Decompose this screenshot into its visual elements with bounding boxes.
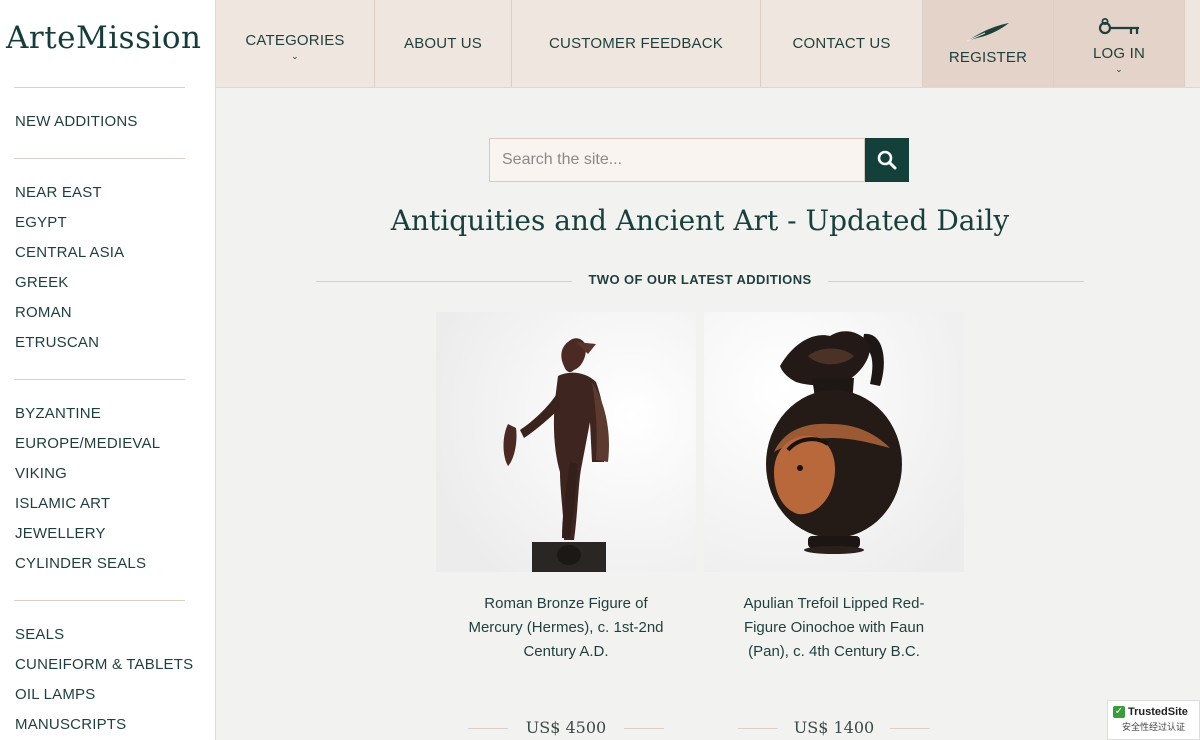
price-divider: [890, 728, 930, 729]
site-logo[interactable]: ArteMission: [6, 20, 202, 56]
price-divider: [624, 728, 664, 729]
sidebar-item-seals[interactable]: SEALS: [15, 626, 64, 643]
nav-register-label: REGISTER: [948, 49, 1028, 66]
sidebar-divider: [14, 379, 185, 380]
sidebar-item-greek[interactable]: GREEK: [15, 274, 69, 291]
trustedsite-badge[interactable]: ✓ TrustedSite 安全性经过认证: [1107, 700, 1200, 740]
sidebar-item-islamic-art[interactable]: ISLAMIC ART: [15, 495, 110, 512]
nav-about-label: ABOUT US: [403, 35, 482, 52]
sidebar-item-roman[interactable]: ROMAN: [15, 304, 72, 321]
nav-login-label: LOG IN: [1092, 44, 1146, 62]
sidebar-item-near-east[interactable]: NEAR EAST: [15, 184, 102, 201]
sidebar-item-oil-lamps[interactable]: OIL LAMPS: [15, 686, 95, 703]
nav-log-in[interactable]: LOG IN ⌄: [1054, 0, 1185, 87]
nav-feedback-label: CUSTOMER FEEDBACK: [549, 35, 723, 52]
quill-pen-icon: [966, 23, 1009, 42]
page-headline: Antiquities and Ancient Art - Updated Da…: [390, 204, 1010, 237]
sidebar-item-new-additions[interactable]: NEW ADDITIONS: [15, 113, 138, 130]
sidebar-item-central-asia[interactable]: CENTRAL ASIA: [15, 244, 124, 261]
section-divider-right: [828, 281, 1084, 282]
chevron-down-icon: ⌄: [1115, 63, 1123, 74]
product-title-mercury[interactable]: Roman Bronze Figure of Mercury (Hermes),…: [466, 592, 666, 664]
sidebar-item-egypt[interactable]: EGYPT: [15, 214, 67, 231]
product-title-oinochoe[interactable]: Apulian Trefoil Lipped Red-Figure Oinoch…: [734, 592, 934, 664]
section-label: TWO OF OUR LATEST ADDITIONS: [588, 272, 812, 287]
sidebar-item-cuneiform-tablets[interactable]: CUNEIFORM & TABLETS: [15, 656, 193, 673]
sidebar-item-jewellery[interactable]: JEWELLERY: [15, 525, 106, 542]
badge-subtitle: 安全性经过认证: [1122, 722, 1186, 732]
nav-contact-label: CONTACT US: [792, 35, 891, 52]
search-input[interactable]: [489, 138, 865, 182]
sidebar-divider: [14, 87, 185, 88]
sidebar-item-europe-medieval[interactable]: EUROPE/MEDIEVAL: [15, 435, 160, 452]
sidebar-divider: [14, 158, 185, 159]
nav-contact-us[interactable]: CONTACT US: [761, 0, 923, 87]
top-navigation: CATEGORIES ⌄ ABOUT US CUSTOMER FEEDBACK …: [216, 0, 1200, 88]
nav-about-us[interactable]: ABOUT US: [375, 0, 512, 87]
chevron-down-icon: ⌄: [291, 50, 299, 61]
product-price-mercury: US$ 4500: [525, 718, 607, 737]
sidebar-item-viking[interactable]: VIKING: [15, 465, 67, 482]
sidebar-divider: [14, 600, 185, 601]
nav-categories[interactable]: CATEGORIES ⌄: [216, 0, 375, 87]
sidebar-item-manuscripts[interactable]: MANUSCRIPTS: [15, 716, 126, 733]
nav-customer-feedback[interactable]: CUSTOMER FEEDBACK: [512, 0, 761, 87]
checkmark-icon: ✓: [1113, 706, 1125, 718]
nav-register[interactable]: REGISTER: [923, 0, 1054, 87]
search-icon: [877, 150, 897, 170]
vase-image: [704, 312, 964, 572]
sidebar: ArteMission NEW ADDITIONS NEAR EAST EGYP…: [0, 0, 216, 740]
product-image-mercury[interactable]: [436, 312, 696, 572]
key-icon: [1098, 17, 1139, 34]
sidebar-item-byzantine[interactable]: BYZANTINE: [15, 405, 101, 422]
product-image-oinochoe[interactable]: [704, 312, 964, 572]
bronze-figure-image: [436, 312, 696, 572]
badge-name: TrustedSite: [1128, 706, 1188, 718]
product-price-oinochoe: US$ 1400: [793, 718, 875, 737]
sidebar-item-etruscan[interactable]: ETRUSCAN: [15, 334, 99, 351]
sidebar-item-cylinder-seals[interactable]: CYLINDER SEALS: [15, 555, 146, 572]
search-button[interactable]: [865, 138, 909, 182]
nav-categories-label: CATEGORIES: [245, 31, 345, 49]
